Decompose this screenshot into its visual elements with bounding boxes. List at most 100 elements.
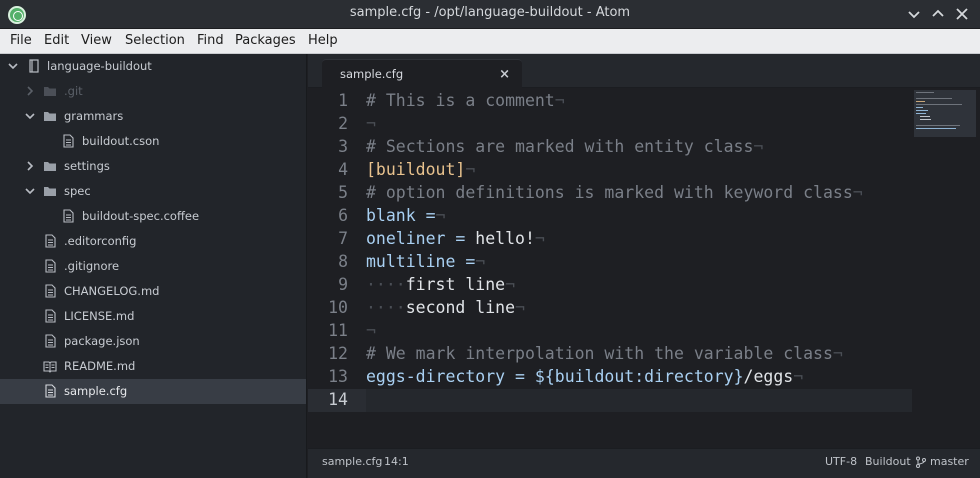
folder-icon [44,187,56,196]
tree-item-readme[interactable]: README.md [0,354,306,379]
comment-token: # We mark interpolation with the variabl… [366,344,833,363]
status-grammar[interactable]: Buildout [865,455,911,468]
tree-root-label: language-buildout [47,59,152,73]
keyword-token: oneliner = [366,229,466,248]
menu-edit[interactable]: Edit [44,33,69,48]
tree-item-grammars[interactable]: grammars [0,104,306,129]
menu-bar: File Edit View Selection Find Packages H… [0,29,980,54]
menu-packages[interactable]: Packages [235,33,296,48]
code-line: eggs-directory = ${buildout:directory}/e… [366,367,803,386]
tree-item-label: buildout-spec.coffee [82,209,200,223]
tree-item-buildout-cson[interactable]: buildout.cson [0,129,306,154]
indent-marker: ···· [366,275,406,294]
folder-icon [44,87,56,96]
code-line: oneliner = hello!¬ [366,229,545,248]
menu-help[interactable]: Help [308,33,338,48]
value-token: second line [405,298,516,317]
tree-item-buildout-spec[interactable]: buildout-spec.coffee [0,204,306,229]
status-git-branch[interactable]: master [930,455,969,468]
folder-icon [44,112,56,121]
chevron-down-icon [25,113,35,120]
line-number-gutter: 1 2 3 4 5 6 7 8 9 10 11 12 13 14 [308,88,366,448]
tree-item-sample-cfg[interactable]: sample.cfg [0,379,306,404]
eol-marker: ¬ [366,321,376,340]
code-line: multiline =¬ [366,252,485,271]
tab-sample-cfg[interactable]: sample.cfg × [322,59,522,89]
code-line: [buildout]¬ [366,160,475,179]
chevron-right-icon [27,161,34,171]
section-token: [buildout] [366,160,466,179]
comment-token: # option definitions is marked with keyw… [366,183,853,202]
file-icon [63,134,74,148]
minimap[interactable] [912,88,980,448]
tree-item-spec[interactable]: spec [0,179,306,204]
eol-marker: ¬ [465,160,476,179]
tree-item-changelog[interactable]: CHANGELOG.md [0,279,306,304]
file-icon [45,259,56,273]
eol-marker: ¬ [554,91,565,110]
tree-root[interactable]: language-buildout [0,54,306,79]
line-number-current: 14 [328,390,348,409]
code-line: ····second line¬ [366,298,525,317]
line-number: 8 [338,252,348,271]
line-number: 1 [338,91,348,110]
book-icon [43,361,57,373]
tree-item-git[interactable]: .git [0,79,306,104]
menu-view[interactable]: View [81,33,112,48]
status-file-path[interactable]: sample.cfg [322,455,382,468]
file-icon [45,384,56,398]
code-line: # We mark interpolation with the variabl… [366,344,843,363]
menu-file[interactable]: File [10,33,32,48]
tree-item-gitignore[interactable]: .gitignore [0,254,306,279]
tree-view: language-buildout .git grammars buildout… [0,54,307,478]
chevron-down-icon [25,188,35,195]
maximize-icon[interactable] [928,4,948,24]
comment-token: # Sections are marked with entity class [366,137,754,156]
tree-item-editorconfig[interactable]: .editorconfig [0,229,306,254]
tree-item-label: .gitignore [64,259,120,273]
eol-marker: ¬ [832,344,843,363]
line-number: 5 [338,183,348,202]
git-branch-icon [916,456,926,468]
eol-marker: ¬ [475,252,486,271]
text-editor[interactable]: 1 2 3 4 5 6 7 8 9 10 11 12 13 14 # This … [308,88,980,448]
indent-marker: ···· [366,298,406,317]
tree-item-license[interactable]: LICENSE.md [0,304,306,329]
tab-label: sample.cfg [340,67,404,81]
code-line: # option definitions is marked with keyw… [366,183,863,202]
repo-icon [29,59,39,73]
line-number: 9 [338,275,348,294]
eol-marker: ¬ [852,183,863,202]
tree-item-label: .editorconfig [64,234,137,248]
menu-find[interactable]: Find [197,33,224,48]
tree-item-label: grammars [64,109,124,123]
file-icon [45,309,56,323]
status-cursor-position[interactable]: 14:1 [384,455,409,468]
line-number: 2 [338,114,348,133]
eol-marker: ¬ [505,275,516,294]
chevron-right-icon [27,86,34,96]
tree-item-package-json[interactable]: package.json [0,329,306,354]
code-area[interactable]: # This is a comment¬ ¬ # Sections are ma… [366,88,912,448]
status-encoding[interactable]: UTF-8 [825,455,857,468]
tree-item-settings[interactable]: settings [0,154,306,179]
keyword-token: blank = [366,206,436,225]
tree-item-label: CHANGELOG.md [64,284,160,298]
tree-item-label: settings [64,159,110,173]
menu-selection[interactable]: Selection [125,33,185,48]
code-line: blank =¬ [366,206,445,225]
code-line: ¬ [366,321,376,340]
line-number: 11 [328,321,348,340]
eol-marker: ¬ [534,229,545,248]
keyword-token: eggs-directory = [366,367,525,386]
line-number: 3 [338,137,348,156]
title-bar: sample.cfg - /opt/language-buildout - At… [0,0,980,29]
minimize-icon[interactable] [904,4,924,24]
close-tab-icon[interactable]: × [499,67,510,82]
code-line: ····first line¬ [366,275,515,294]
tree-item-label: LICENSE.md [64,309,135,323]
file-icon [45,284,56,298]
close-window-icon[interactable] [952,4,972,24]
value-token: first line [405,275,506,294]
tree-item-label: .git [64,84,83,98]
